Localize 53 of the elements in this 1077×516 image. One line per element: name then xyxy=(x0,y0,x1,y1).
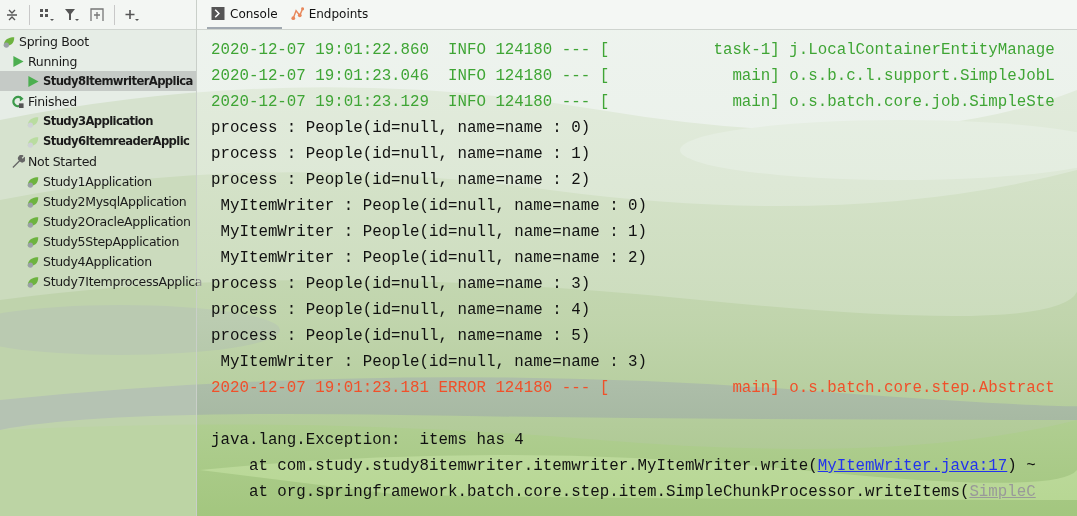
nodes-icon xyxy=(289,7,304,20)
spring-leaf-icon xyxy=(26,254,40,268)
frame-add-icon[interactable] xyxy=(89,7,105,22)
tree-item[interactable]: Study2MysqlApplication xyxy=(43,193,187,209)
spring-leaf-icon xyxy=(26,194,40,208)
spring-leaf-icon xyxy=(26,114,40,128)
selected-row[interactable]: Study8ItemwriterApplica xyxy=(0,71,196,91)
console-line: process : People(id=null, name=name : 4) xyxy=(211,300,592,321)
console-line: MyItemWriter : People(id=null, name=name : 2) xyxy=(219,248,649,269)
console-line: process : People(id=null, name=name : 0) xyxy=(211,118,592,139)
tab[interactable]: Endpoints xyxy=(285,0,373,29)
console-line: MyItemWriter : People(id=null, name=name : 1) xyxy=(219,222,649,243)
rerun-icon xyxy=(11,94,25,108)
add-icon[interactable] xyxy=(124,7,140,22)
tree-item[interactable]: Study5StepApplication xyxy=(43,233,180,249)
spring-leaf-icon xyxy=(26,214,40,228)
console-line: 2020-12-07 19:01:23.046 INFO 124180 --- [ main] o.s.b.c.l.support.SimpleJobL xyxy=(211,66,1056,87)
spring-leaf-icon xyxy=(26,174,40,188)
console-line: process : People(id=null, name=name : 5) xyxy=(211,326,592,347)
tab[interactable]: Console xyxy=(207,0,282,29)
tree-item[interactable]: Study1Application xyxy=(43,173,152,189)
tree-item[interactable]: Finished xyxy=(28,93,77,109)
spring-leaf-icon xyxy=(26,134,40,148)
tree-item[interactable]: Study2OracleApplication xyxy=(43,213,191,229)
tree-item[interactable]: Study4Application xyxy=(43,253,152,269)
spring-leaf-icon xyxy=(2,34,16,48)
tree-item[interactable]: Study3Application xyxy=(43,114,153,128)
console-text: at org.springframework.batch.core.step.item.SimpleChunkProcessor.writeItems( xyxy=(247,483,970,501)
console-icon xyxy=(211,7,225,20)
group-icon[interactable] xyxy=(39,7,55,22)
console-text: at com.study.study8itemwriter.itemwriter.MyItemWriter.write( xyxy=(247,457,818,475)
tree-item[interactable]: Not Started xyxy=(28,153,97,169)
tree-item[interactable]: Spring Boot xyxy=(19,33,89,49)
file-link[interactable]: MyItemWriter.java:17 xyxy=(817,457,1008,475)
console-line: MyItemWriter : People(id=null, name=name : 0) xyxy=(219,196,649,217)
console-line: process : People(id=null, name=name : 2) xyxy=(211,170,592,191)
tree-item[interactable]: Study7ItemprocessApplica xyxy=(43,273,203,289)
console-text: ) ~ xyxy=(1007,457,1036,475)
tree-item[interactable]: Study6ItemreaderApplic xyxy=(43,134,190,148)
tree-item[interactable]: Running xyxy=(28,53,78,69)
console-line: java.lang.Exception: items has 4 xyxy=(211,430,525,451)
filter-icon[interactable] xyxy=(64,7,80,22)
collapse-icon[interactable] xyxy=(4,7,20,22)
console-line: process : People(id=null, name=name : 1) xyxy=(211,144,592,165)
console-line: 2020-12-07 19:01:23.129 INFO 124180 --- [ main] o.s.batch.core.job.SimpleSte xyxy=(211,92,1056,113)
console-line: 2020-12-07 19:01:22.860 INFO 124180 --- [ task-1] j.LocalContainerEntityManage xyxy=(211,40,1056,61)
spring-leaf-icon xyxy=(26,234,40,248)
wrench-icon xyxy=(11,154,25,168)
console-line: 2020-12-07 19:01:23.181 ERROR 124180 --- [ main] o.s.batch.core.step.Abstract xyxy=(211,378,1056,399)
console-line: process : People(id=null, name=name : 3) xyxy=(211,274,592,295)
play-icon xyxy=(11,54,25,68)
console-line: MyItemWriter : People(id=null, name=name : 3) xyxy=(219,352,649,373)
spring-leaf-icon xyxy=(26,274,40,288)
